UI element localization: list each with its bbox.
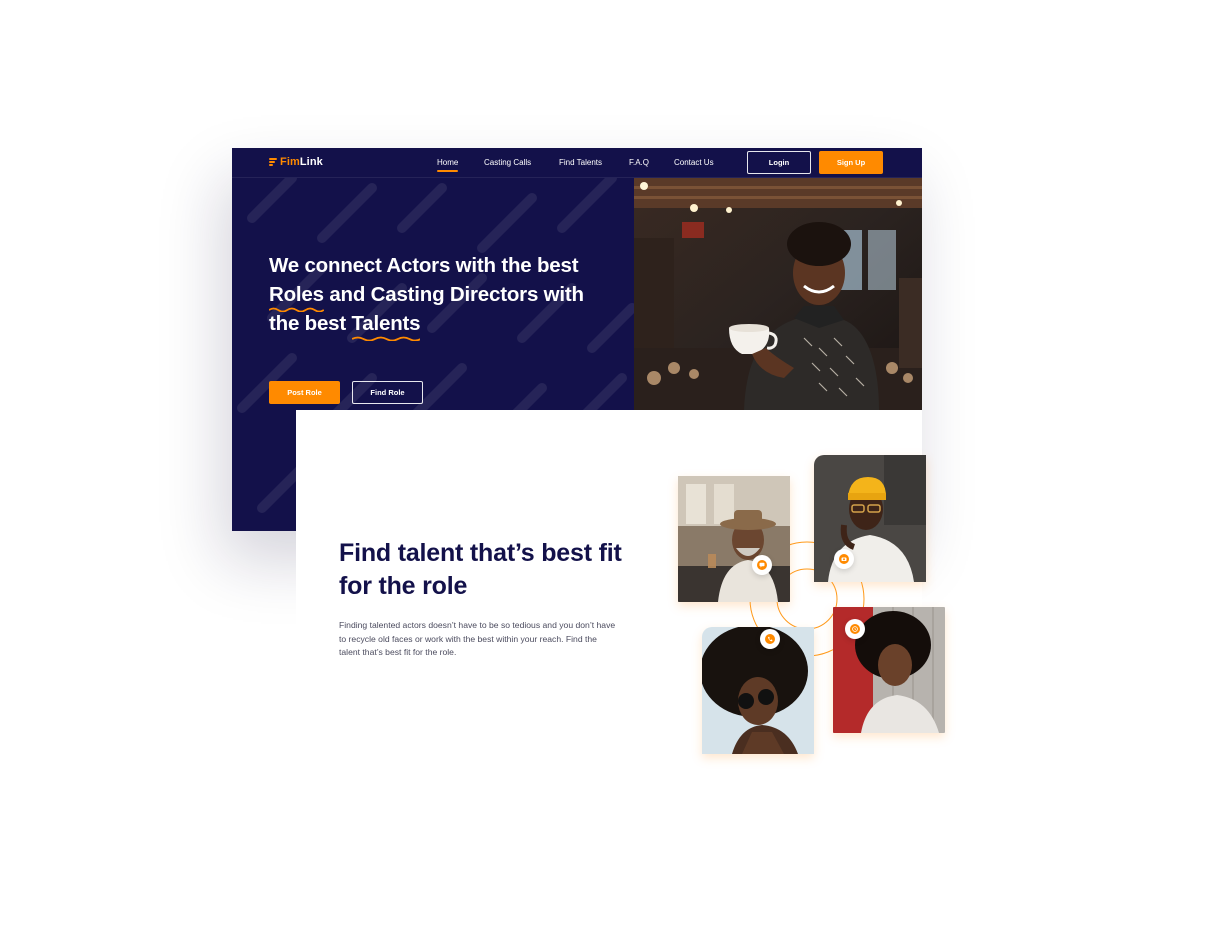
phone-icon[interactable] [760, 629, 780, 649]
find-talent-section: Find talent that’s best fit for the role… [296, 410, 945, 770]
nav-link-contact-us[interactable]: Contact Us [674, 158, 714, 167]
talent-photo-man-beanie[interactable] [814, 455, 926, 582]
chat-icon[interactable] [752, 555, 772, 575]
hero-headline-line2: and Casting Directors with [323, 283, 584, 306]
nav-link-faq[interactable]: F.A.Q [629, 158, 649, 167]
hero-actor-photo [634, 178, 922, 410]
highlight-word-talents: Talents [351, 309, 421, 341]
logo-text: FimLink [280, 156, 323, 168]
login-button[interactable]: Login [747, 151, 811, 174]
logo-mark-icon [269, 158, 277, 166]
camera-icon[interactable] [834, 549, 854, 569]
nav-link-home[interactable]: Home [437, 158, 459, 172]
clock-icon[interactable] [845, 619, 865, 639]
talent-photo-man-hat[interactable] [678, 476, 790, 602]
brand-logo[interactable]: FimLink [269, 156, 323, 168]
nav-link-find-talents[interactable]: Find Talents [559, 158, 602, 167]
hero-headline-line3: the best [269, 312, 352, 335]
talent-photo-woman-sunglasses[interactable] [702, 627, 814, 754]
find-role-button[interactable]: Find Role [352, 381, 423, 404]
hero-headline: We connect Actors with the best Roles an… [269, 251, 629, 341]
post-role-button[interactable]: Post Role [269, 381, 340, 404]
hero-headline-line1: We connect Actors with the best [269, 254, 579, 277]
highlight-word-roles: Roles [269, 280, 324, 312]
top-navbar: FimLink Home Casting Calls Find Talents … [232, 148, 922, 178]
nav-link-casting-calls[interactable]: Casting Calls [484, 158, 531, 167]
signup-button[interactable]: Sign Up [819, 151, 883, 174]
